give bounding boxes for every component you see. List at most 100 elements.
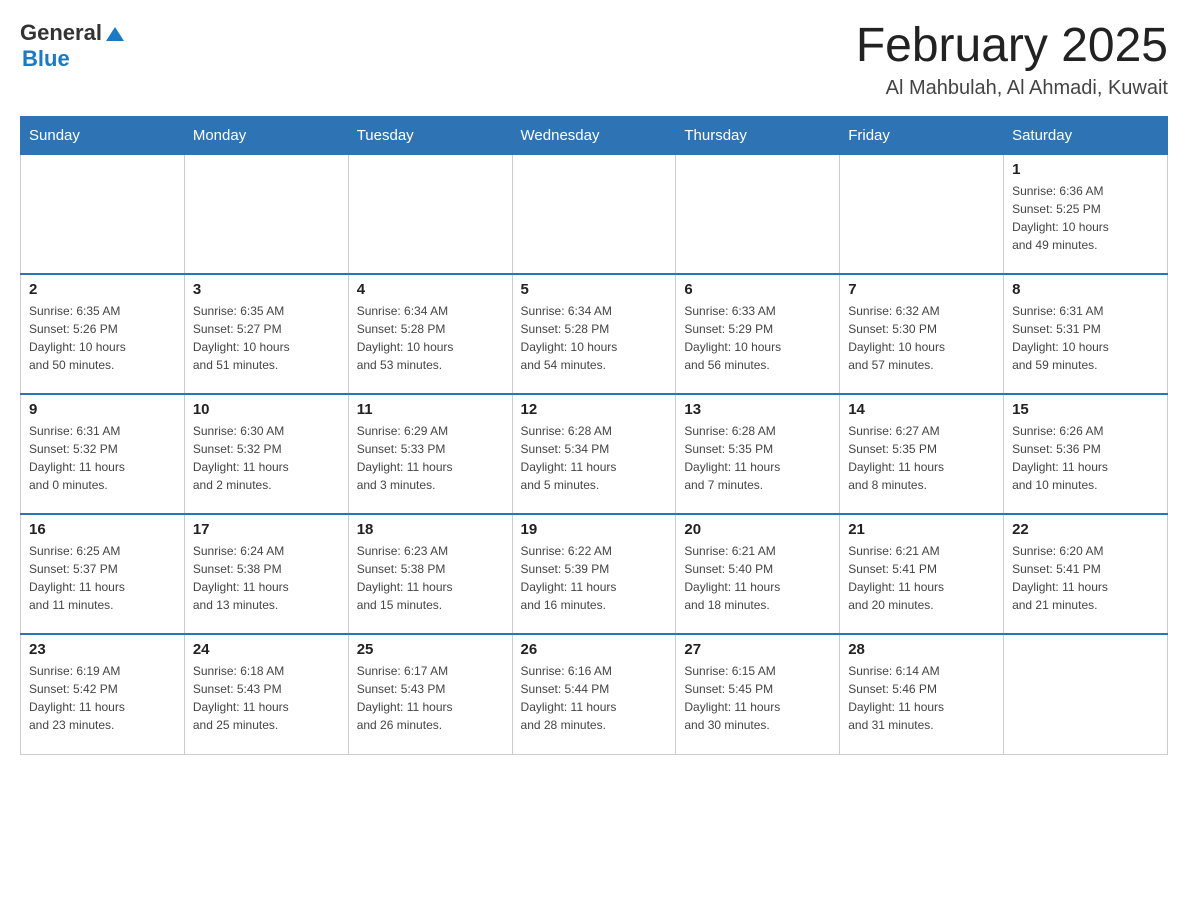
calendar-cell: 9 Sunrise: 6:31 AM Sunset: 5:32 PM Daylig…: [21, 394, 185, 514]
day-number: 21: [848, 521, 995, 538]
calendar-cell: 7Sunrise: 6:32 AM Sunset: 5:30 PM Daylig…: [840, 274, 1004, 394]
day-number: 13: [684, 401, 831, 418]
day-info: Sunrise: 6:28 AM Sunset: 5:34 PM Dayligh…: [521, 422, 668, 494]
calendar-cell: 2 Sunrise: 6:35 AM Sunset: 5:26 PM Daylig…: [21, 274, 185, 394]
day-info: Sunrise: 6:25 AM Sunset: 5:37 PM Dayligh…: [29, 542, 176, 614]
calendar-cell: 14 Sunrise: 6:27 AM Sunset: 5:35 PM Dayli…: [840, 394, 1004, 514]
calendar-cell: 18Sunrise: 6:23 AM Sunset: 5:38 PM Dayli…: [348, 514, 512, 634]
calendar-cell: [840, 154, 1004, 274]
day-info: Sunrise: 6:21 AM Sunset: 5:41 PM Dayligh…: [848, 542, 995, 614]
calendar-week-row: 23 Sunrise: 6:19 AM Sunset: 5:42 PM Dayli…: [21, 634, 1168, 754]
day-info: Sunrise: 6:24 AM Sunset: 5:38 PM Dayligh…: [193, 542, 340, 614]
day-number: 9: [29, 401, 176, 418]
calendar-table: SundayMondayTuesdayWednesdayThursdayFrid…: [20, 116, 1168, 755]
day-info: Sunrise: 6:36 AM Sunset: 5:25 PM Dayligh…: [1012, 182, 1159, 254]
day-number: 14: [848, 401, 995, 418]
calendar-cell: 23 Sunrise: 6:19 AM Sunset: 5:42 PM Dayli…: [21, 634, 185, 754]
day-info: Sunrise: 6:15 AM Sunset: 5:45 PM Dayligh…: [684, 662, 831, 734]
calendar-cell: 21 Sunrise: 6:21 AM Sunset: 5:41 PM Dayli…: [840, 514, 1004, 634]
day-number: 27: [684, 641, 831, 658]
day-header-sunday: Sunday: [21, 116, 185, 154]
calendar-cell: 1 Sunrise: 6:36 AM Sunset: 5:25 PM Daylig…: [1004, 154, 1168, 274]
calendar-cell: 5Sunrise: 6:34 AM Sunset: 5:28 PM Daylig…: [512, 274, 676, 394]
day-info: Sunrise: 6:26 AM Sunset: 5:36 PM Dayligh…: [1012, 422, 1159, 494]
calendar-cell: 15 Sunrise: 6:26 AM Sunset: 5:36 PM Dayli…: [1004, 394, 1168, 514]
day-info: Sunrise: 6:31 AM Sunset: 5:31 PM Dayligh…: [1012, 302, 1159, 374]
calendar-cell: 26 Sunrise: 6:16 AM Sunset: 5:44 PM Dayli…: [512, 634, 676, 754]
calendar-cell: 6Sunrise: 6:33 AM Sunset: 5:29 PM Daylig…: [676, 274, 840, 394]
calendar-cell: [348, 154, 512, 274]
day-number: 20: [684, 521, 831, 538]
day-number: 24: [193, 641, 340, 658]
day-info: Sunrise: 6:19 AM Sunset: 5:42 PM Dayligh…: [29, 662, 176, 734]
calendar-week-row: 1 Sunrise: 6:36 AM Sunset: 5:25 PM Daylig…: [21, 154, 1168, 274]
day-info: Sunrise: 6:17 AM Sunset: 5:43 PM Dayligh…: [357, 662, 504, 734]
logo-general: General: [20, 20, 102, 46]
day-number: 19: [521, 521, 668, 538]
day-info: Sunrise: 6:22 AM Sunset: 5:39 PM Dayligh…: [521, 542, 668, 614]
day-info: Sunrise: 6:27 AM Sunset: 5:35 PM Dayligh…: [848, 422, 995, 494]
day-number: 23: [29, 641, 176, 658]
day-info: Sunrise: 6:31 AM Sunset: 5:32 PM Dayligh…: [29, 422, 176, 494]
day-info: Sunrise: 6:35 AM Sunset: 5:27 PM Dayligh…: [193, 302, 340, 374]
calendar-cell: [1004, 634, 1168, 754]
day-header-tuesday: Tuesday: [348, 116, 512, 154]
calendar-cell: 25 Sunrise: 6:17 AM Sunset: 5:43 PM Dayli…: [348, 634, 512, 754]
day-number: 17: [193, 521, 340, 538]
day-info: Sunrise: 6:21 AM Sunset: 5:40 PM Dayligh…: [684, 542, 831, 614]
calendar-cell: [21, 154, 185, 274]
day-number: 22: [1012, 521, 1159, 538]
day-info: Sunrise: 6:35 AM Sunset: 5:26 PM Dayligh…: [29, 302, 176, 374]
day-number: 28: [848, 641, 995, 658]
calendar-week-row: 2 Sunrise: 6:35 AM Sunset: 5:26 PM Daylig…: [21, 274, 1168, 394]
calendar-cell: [676, 154, 840, 274]
calendar-cell: 20 Sunrise: 6:21 AM Sunset: 5:40 PM Dayli…: [676, 514, 840, 634]
day-info: Sunrise: 6:16 AM Sunset: 5:44 PM Dayligh…: [521, 662, 668, 734]
calendar-header-row: SundayMondayTuesdayWednesdayThursdayFrid…: [21, 116, 1168, 154]
calendar-cell: 10 Sunrise: 6:30 AM Sunset: 5:32 PM Dayli…: [184, 394, 348, 514]
day-number: 7: [848, 281, 995, 298]
logo: General Blue: [20, 20, 124, 72]
day-number: 25: [357, 641, 504, 658]
day-number: 3: [193, 281, 340, 298]
day-number: 5: [521, 281, 668, 298]
day-number: 8: [1012, 281, 1159, 298]
day-info: Sunrise: 6:30 AM Sunset: 5:32 PM Dayligh…: [193, 422, 340, 494]
calendar-cell: 8 Sunrise: 6:31 AM Sunset: 5:31 PM Daylig…: [1004, 274, 1168, 394]
day-number: 15: [1012, 401, 1159, 418]
calendar-cell: 11Sunrise: 6:29 AM Sunset: 5:33 PM Dayli…: [348, 394, 512, 514]
day-info: Sunrise: 6:14 AM Sunset: 5:46 PM Dayligh…: [848, 662, 995, 734]
day-header-friday: Friday: [840, 116, 1004, 154]
calendar-week-row: 16Sunrise: 6:25 AM Sunset: 5:37 PM Dayli…: [21, 514, 1168, 634]
day-info: Sunrise: 6:34 AM Sunset: 5:28 PM Dayligh…: [357, 302, 504, 374]
title-area: February 2025 Al Mahbulah, Al Ahmadi, Ku…: [856, 20, 1168, 100]
logo-blue: Blue: [22, 46, 70, 72]
calendar-cell: 4 Sunrise: 6:34 AM Sunset: 5:28 PM Daylig…: [348, 274, 512, 394]
day-header-wednesday: Wednesday: [512, 116, 676, 154]
calendar-cell: 24Sunrise: 6:18 AM Sunset: 5:43 PM Dayli…: [184, 634, 348, 754]
day-number: 6: [684, 281, 831, 298]
day-number: 11: [357, 401, 504, 418]
day-number: 12: [521, 401, 668, 418]
calendar-week-row: 9 Sunrise: 6:31 AM Sunset: 5:32 PM Daylig…: [21, 394, 1168, 514]
location: Al Mahbulah, Al Ahmadi, Kuwait: [856, 77, 1168, 100]
calendar-cell: [512, 154, 676, 274]
day-number: 4: [357, 281, 504, 298]
calendar-cell: 12 Sunrise: 6:28 AM Sunset: 5:34 PM Dayli…: [512, 394, 676, 514]
calendar-cell: 28 Sunrise: 6:14 AM Sunset: 5:46 PM Dayli…: [840, 634, 1004, 754]
day-info: Sunrise: 6:20 AM Sunset: 5:41 PM Dayligh…: [1012, 542, 1159, 614]
calendar-cell: 3 Sunrise: 6:35 AM Sunset: 5:27 PM Daylig…: [184, 274, 348, 394]
day-header-thursday: Thursday: [676, 116, 840, 154]
day-number: 2: [29, 281, 176, 298]
calendar-cell: 17 Sunrise: 6:24 AM Sunset: 5:38 PM Dayli…: [184, 514, 348, 634]
day-number: 26: [521, 641, 668, 658]
calendar-cell: 22 Sunrise: 6:20 AM Sunset: 5:41 PM Dayli…: [1004, 514, 1168, 634]
day-number: 10: [193, 401, 340, 418]
calendar-cell: 27 Sunrise: 6:15 AM Sunset: 5:45 PM Dayli…: [676, 634, 840, 754]
day-number: 1: [1012, 161, 1159, 178]
day-info: Sunrise: 6:23 AM Sunset: 5:38 PM Dayligh…: [357, 542, 504, 614]
day-header-saturday: Saturday: [1004, 116, 1168, 154]
calendar-cell: [184, 154, 348, 274]
page-header: General Blue February 2025 Al Mahbulah, …: [20, 20, 1168, 100]
day-info: Sunrise: 6:28 AM Sunset: 5:35 PM Dayligh…: [684, 422, 831, 494]
